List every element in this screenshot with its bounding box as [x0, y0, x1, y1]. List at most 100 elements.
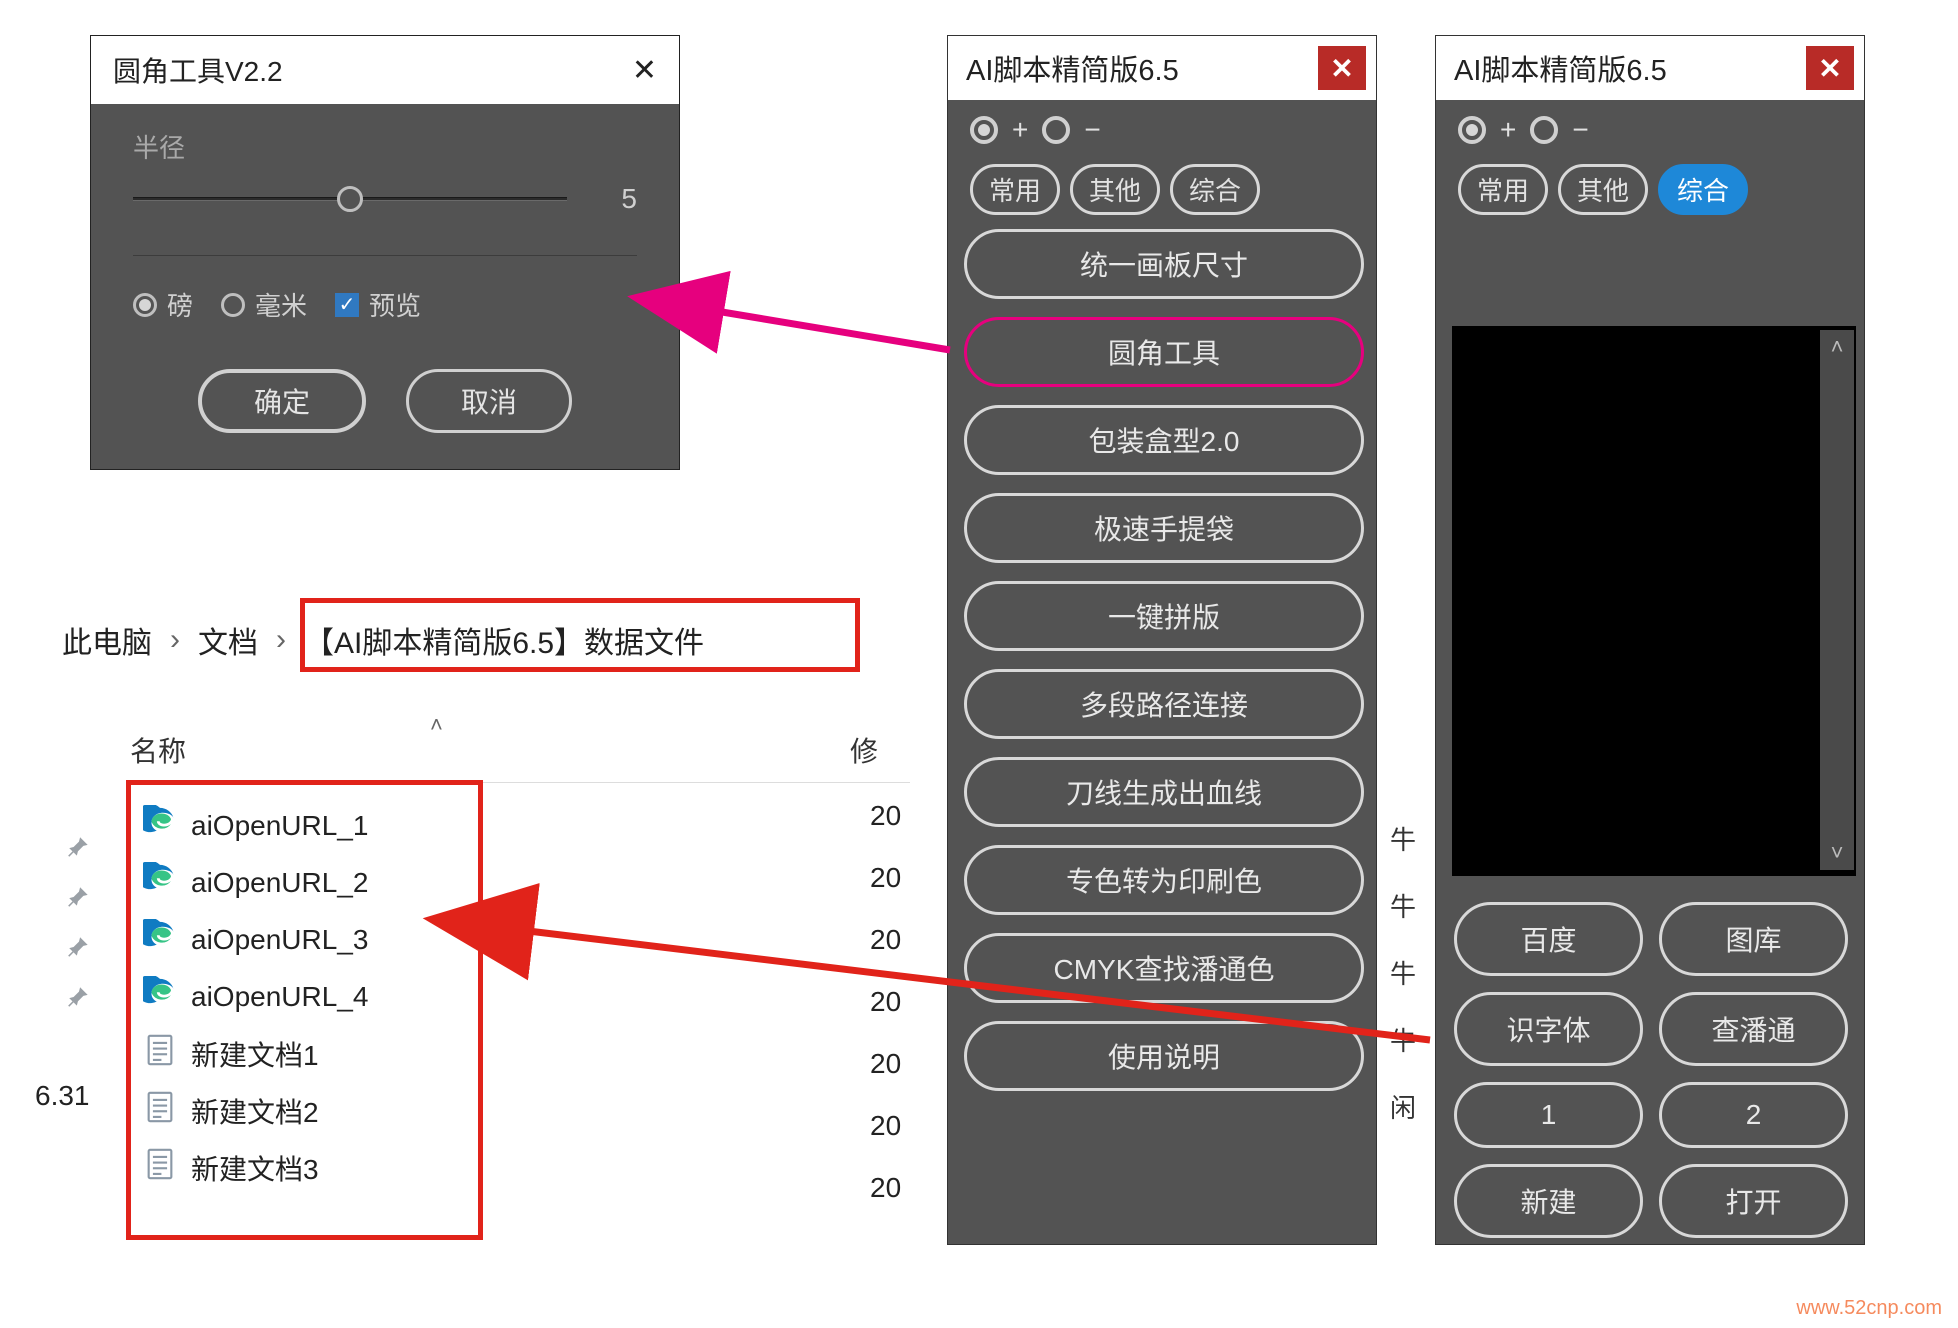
column-modified-header[interactable]: 修: [850, 730, 910, 770]
empty-list-area: [1452, 326, 1856, 876]
chevron-right-icon: ›: [276, 623, 286, 657]
quick-access-pins: [66, 834, 92, 1010]
pin-icon: [66, 834, 92, 860]
file-name: 新建文档3: [191, 1148, 319, 1188]
checkbox-on-icon: ✓: [335, 293, 359, 317]
file-mod-fragment: 20: [870, 862, 901, 894]
quick-link-button[interactable]: 打开: [1659, 1164, 1848, 1238]
tab-other[interactable]: 其他: [1558, 164, 1648, 215]
quick-link-button[interactable]: 图库: [1659, 902, 1848, 976]
preview-label: 预览: [369, 286, 421, 323]
tab-common[interactable]: 常用: [1458, 164, 1548, 215]
column-name-header[interactable]: 名称 ˄: [130, 730, 850, 770]
quick-link-button[interactable]: 2: [1659, 1082, 1848, 1148]
radio-on-icon[interactable]: [970, 116, 998, 144]
unit-row: 磅 毫米 ✓ 预览: [133, 255, 637, 323]
text-file-icon: [143, 1033, 177, 1074]
close-icon[interactable]: ✕: [632, 53, 657, 88]
file-row[interactable]: 新建文档3: [141, 1139, 468, 1196]
quick-link-button[interactable]: 1: [1454, 1082, 1643, 1148]
text-file-icon: [143, 1147, 177, 1188]
file-list-highlight-box: aiOpenURL_1 aiOpenURL_2 aiOpenURL_3aiOpenU…: [126, 780, 483, 1240]
plus-label: +: [1012, 114, 1028, 146]
file-row[interactable]: 新建文档1: [141, 1025, 468, 1082]
quick-links-grid: 百度图库识字体查潘通12新建打开: [1454, 902, 1848, 1238]
file-row[interactable]: aiOpenURL_4: [141, 968, 468, 1025]
file-name: aiOpenURL_2: [191, 867, 368, 899]
edge-file-icon: [143, 919, 177, 960]
file-mod-fragment: 20: [870, 1172, 901, 1204]
script-button[interactable]: 包装盒型2.0: [964, 405, 1364, 475]
dialog-title-text: 圆角工具V2.2: [113, 50, 283, 90]
script-button[interactable]: 使用说明: [964, 1021, 1364, 1091]
close-icon[interactable]: ✕: [1318, 46, 1366, 90]
radio-off-icon[interactable]: [1530, 116, 1558, 144]
panel-titlebar: AI脚本精简版6.5 ✕: [1436, 36, 1864, 100]
tab-comp[interactable]: 综合: [1170, 164, 1260, 215]
unit-point-radio[interactable]: 磅: [133, 286, 193, 323]
cancel-button[interactable]: 取消: [406, 369, 572, 433]
unit-point-label: 磅: [167, 286, 193, 323]
chevron-right-icon: ›: [170, 623, 180, 657]
script-button[interactable]: 圆角工具: [964, 317, 1364, 387]
explorer-columns: 名称 ˄ 修: [130, 730, 910, 783]
quick-link-button[interactable]: 查潘通: [1659, 992, 1848, 1066]
version-fragment: 6.31: [35, 1080, 90, 1112]
tab-row: 常用 其他 综合: [1436, 154, 1864, 229]
cropped-text-fragment: 牛: [1390, 887, 1416, 924]
cropped-text-fragment: 闲: [1390, 1088, 1416, 1125]
radio-on-icon[interactable]: [1458, 116, 1486, 144]
file-list: aiOpenURL_1 aiOpenURL_2 aiOpenURL_3aiOpenU…: [141, 797, 468, 1196]
radius-slider[interactable]: [133, 197, 567, 201]
script-button[interactable]: 多段路径连接: [964, 669, 1364, 739]
breadcrumb-root[interactable]: 此电脑: [62, 618, 152, 662]
scrollbar[interactable]: ˄ ˅: [1820, 330, 1854, 870]
unit-mm-radio[interactable]: 毫米: [221, 286, 307, 323]
pin-icon: [66, 884, 92, 910]
edge-file-icon: [143, 805, 177, 846]
script-button[interactable]: 统一画板尺寸: [964, 229, 1364, 299]
preview-checkbox[interactable]: ✓ 预览: [335, 286, 421, 323]
script-button[interactable]: 极速手提袋: [964, 493, 1364, 563]
tab-comp[interactable]: 综合: [1658, 164, 1748, 215]
breadcrumb-docs[interactable]: 文档: [198, 618, 258, 662]
modified-date-column: 20202020202020: [870, 800, 901, 1204]
tab-row: 常用 其他 综合: [948, 154, 1376, 229]
quick-link-button[interactable]: 新建: [1454, 1164, 1643, 1238]
radius-value: 5: [597, 183, 637, 215]
quick-link-button[interactable]: 识字体: [1454, 992, 1643, 1066]
file-row[interactable]: aiOpenURL_1: [141, 797, 468, 854]
radio-off-icon[interactable]: [1042, 116, 1070, 144]
pin-icon: [66, 934, 92, 960]
script-button[interactable]: 专色转为印刷色: [964, 845, 1364, 915]
file-name: 新建文档2: [191, 1091, 319, 1131]
tab-other[interactable]: 其他: [1070, 164, 1160, 215]
script-button[interactable]: CMYK查找潘通色: [964, 933, 1364, 1003]
slider-thumb-icon[interactable]: [337, 186, 363, 212]
script-panel-common: AI脚本精简版6.5 ✕ + − 常用 其他 综合 统一画板尺寸圆角工具包装盒型…: [947, 35, 1377, 1245]
ok-button[interactable]: 确定: [198, 369, 366, 433]
zoom-row: + −: [1436, 100, 1864, 154]
script-button[interactable]: 刀线生成出血线: [964, 757, 1364, 827]
radio-off-icon: [221, 293, 245, 317]
cropped-text-fragment: 牛: [1390, 820, 1416, 857]
panel-title-text: AI脚本精简版6.5: [1454, 47, 1667, 89]
script-panel-composite: AI脚本精简版6.5 ✕ + − 常用 其他 综合 ˄ ˅ 百度图库识字体查潘通…: [1435, 35, 1865, 1245]
breadcrumb-folder[interactable]: 【AI脚本精简版6.5】数据文件: [304, 618, 704, 662]
file-row[interactable]: 新建文档2: [141, 1082, 468, 1139]
zoom-row: + −: [948, 100, 1376, 154]
edge-file-icon: [143, 862, 177, 903]
quick-link-button[interactable]: 百度: [1454, 902, 1643, 976]
file-name: 新建文档1: [191, 1034, 319, 1074]
file-row[interactable]: aiOpenURL_2: [141, 854, 468, 911]
breadcrumb[interactable]: 此电脑 › 文档 › 【AI脚本精简版6.5】数据文件: [62, 618, 704, 662]
tab-common[interactable]: 常用: [970, 164, 1060, 215]
scroll-down-icon[interactable]: ˅: [1831, 836, 1844, 870]
watermark: www.52cnp.com: [1796, 1297, 1942, 1320]
radius-slider-row: 5: [133, 183, 637, 215]
scroll-up-icon[interactable]: ˄: [1831, 330, 1844, 364]
script-button[interactable]: 一键拼版: [964, 581, 1364, 651]
close-icon[interactable]: ✕: [1806, 46, 1854, 90]
dialog-titlebar: 圆角工具V2.2 ✕: [91, 36, 679, 104]
file-row[interactable]: aiOpenURL_3: [141, 911, 468, 968]
